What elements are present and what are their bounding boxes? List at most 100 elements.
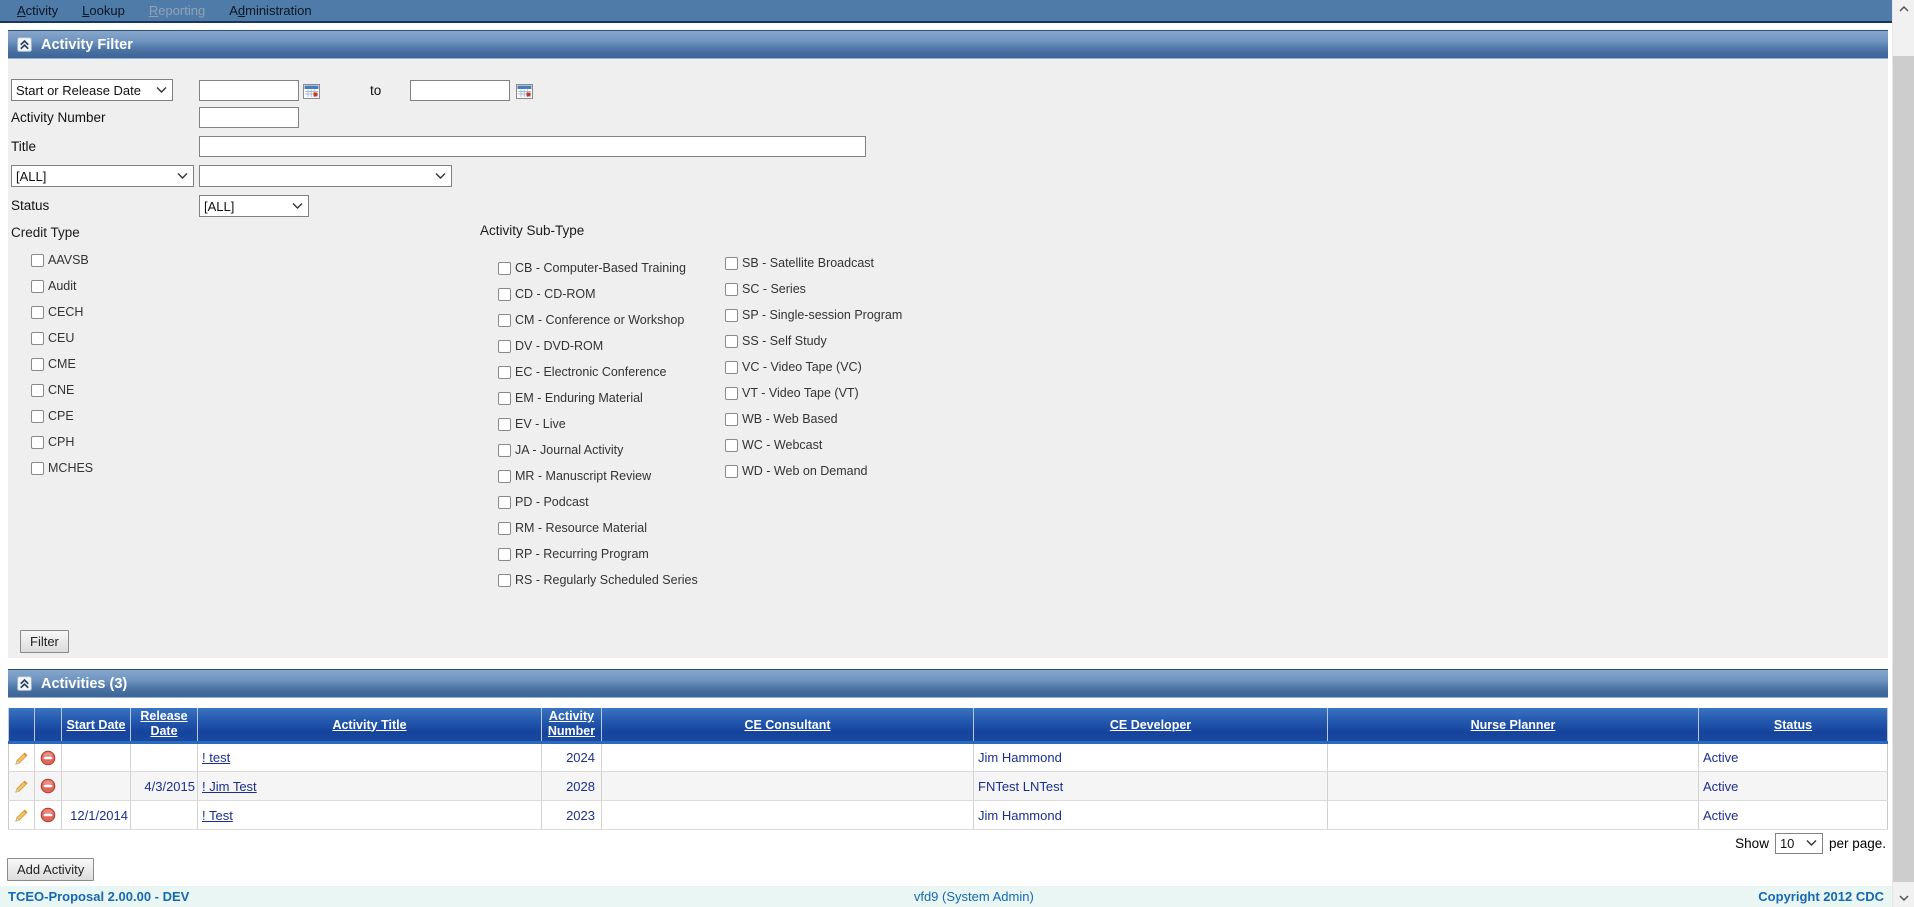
nav-item-activity[interactable]: Activity <box>17 3 58 18</box>
credit-type-option[interactable]: CNE <box>31 377 93 403</box>
credit-type-option[interactable]: CPH <box>31 429 93 455</box>
subtype-checkbox[interactable] <box>498 547 511 561</box>
activity-title-link[interactable]: ! Jim Test <box>202 779 257 794</box>
subtype-option[interactable]: RM - Resource Material <box>498 515 698 541</box>
activity-subtype-select[interactable] <box>199 165 452 187</box>
subtype-option[interactable]: JA - Journal Activity <box>498 437 698 463</box>
status-select[interactable]: [ALL] <box>199 195 309 217</box>
subtype-option[interactable]: VC - Video Tape (VC) <box>725 354 902 380</box>
subtype-checkbox[interactable] <box>725 464 738 478</box>
subtype-option[interactable]: SB - Satellite Broadcast <box>725 250 902 276</box>
subtype-checkbox[interactable] <box>498 521 511 535</box>
activity-type-select[interactable]: [ALL] <box>11 165 194 187</box>
credit-type-checkbox[interactable] <box>31 357 44 371</box>
delete-icon[interactable] <box>34 742 62 772</box>
subtype-checkbox[interactable] <box>725 412 738 426</box>
date-to-input[interactable] <box>410 80 510 101</box>
credit-type-checkbox[interactable] <box>31 409 44 423</box>
subtype-option[interactable]: MR - Manuscript Review <box>498 463 698 489</box>
edit-icon[interactable] <box>8 742 35 772</box>
subtype-option[interactable]: DV - DVD-ROM <box>498 333 698 359</box>
subtype-checkbox[interactable] <box>498 573 511 587</box>
scrollbar-down-arrow[interactable] <box>1893 889 1914 907</box>
title-input[interactable] <box>199 136 866 157</box>
subtype-option[interactable]: RS - Regularly Scheduled Series <box>498 567 698 593</box>
scrollbar-up-arrow[interactable] <box>1893 0 1914 18</box>
add-activity-button[interactable]: Add Activity <box>7 857 95 881</box>
subtype-checkbox[interactable] <box>725 308 738 322</box>
credit-type-checkbox[interactable] <box>31 461 44 475</box>
subtype-option[interactable]: RP - Recurring Program <box>498 541 698 567</box>
activity-title-link[interactable]: ! test <box>202 750 230 765</box>
credit-type-option[interactable]: CEU <box>31 325 93 351</box>
edit-icon[interactable] <box>8 771 35 801</box>
subtype-option[interactable]: EV - Live <box>498 411 698 437</box>
sort-link[interactable]: Activity Title <box>332 718 406 733</box>
subtype-checkbox[interactable] <box>498 443 511 457</box>
edit-icon[interactable] <box>8 800 35 830</box>
date-type-select[interactable]: Start or Release Date <box>11 79 173 101</box>
collapse-section-icon[interactable] <box>17 37 32 52</box>
delete-icon[interactable] <box>34 800 62 830</box>
credit-type-option[interactable]: CME <box>31 351 93 377</box>
activity-number-input[interactable] <box>199 107 299 128</box>
subtype-checkbox[interactable] <box>725 282 738 296</box>
credit-type-checkbox[interactable] <box>31 383 44 397</box>
subtype-option[interactable]: CB - Computer-Based Training <box>498 255 698 281</box>
sort-link[interactable]: CE Developer <box>1110 718 1191 733</box>
subtype-checkbox[interactable] <box>725 256 738 270</box>
subtype-checkbox[interactable] <box>498 261 511 275</box>
sort-link[interactable]: CE Consultant <box>744 718 830 733</box>
credit-type-option[interactable]: CPE <box>31 403 93 429</box>
collapse-section-icon[interactable] <box>17 676 32 691</box>
subtype-checkbox[interactable] <box>725 386 738 400</box>
subtype-checkbox[interactable] <box>498 313 511 327</box>
subtype-checkbox[interactable] <box>498 339 511 353</box>
sort-link[interactable]: Release Date <box>133 709 195 739</box>
subtype-option[interactable]: EM - Enduring Material <box>498 385 698 411</box>
credit-type-checkbox[interactable] <box>31 253 44 267</box>
subtype-option[interactable]: SP - Single-session Program <box>725 302 902 328</box>
sort-link[interactable]: Start Date <box>66 718 125 733</box>
credit-type-checkbox[interactable] <box>31 279 44 293</box>
credit-type-checkbox[interactable] <box>31 435 44 449</box>
subtype-checkbox[interactable] <box>498 391 511 405</box>
sort-link[interactable]: Status <box>1774 718 1812 733</box>
activity-title-link[interactable]: ! Test <box>202 808 233 823</box>
credit-type-checkbox[interactable] <box>31 305 44 319</box>
subtype-checkbox[interactable] <box>725 438 738 452</box>
subtype-option[interactable]: WB - Web Based <box>725 406 902 432</box>
subtype-option[interactable]: PD - Podcast <box>498 489 698 515</box>
subtype-checkbox[interactable] <box>498 287 511 301</box>
subtype-option[interactable]: EC - Electronic Conference <box>498 359 698 385</box>
subtype-checkbox[interactable] <box>725 360 738 374</box>
sort-link[interactable]: Activity Number <box>544 709 599 739</box>
subtype-option[interactable]: WD - Web on Demand <box>725 458 902 484</box>
subtype-checkbox[interactable] <box>498 417 511 431</box>
vertical-scrollbar[interactable] <box>1892 0 1914 907</box>
subtype-option[interactable]: VT - Video Tape (VT) <box>725 380 902 406</box>
subtype-checkbox[interactable] <box>498 495 511 509</box>
credit-type-checkbox[interactable] <box>31 331 44 345</box>
credit-type-option[interactable]: MCHES <box>31 455 93 481</box>
date-from-input[interactable] <box>199 80 299 101</box>
credit-type-option[interactable]: Audit <box>31 273 93 299</box>
delete-icon[interactable] <box>34 771 62 801</box>
subtype-option[interactable]: SS - Self Study <box>725 328 902 354</box>
sort-link[interactable]: Nurse Planner <box>1471 718 1556 733</box>
subtype-checkbox[interactable] <box>498 469 511 483</box>
calendar-icon-from[interactable] <box>303 83 320 99</box>
subtype-option[interactable]: CM - Conference or Workshop <box>498 307 698 333</box>
calendar-icon-to[interactable] <box>516 83 533 99</box>
credit-type-option[interactable]: CECH <box>31 299 93 325</box>
per-page-select[interactable]: 10 <box>1774 832 1823 854</box>
credit-type-option[interactable]: AAVSB <box>31 247 93 273</box>
subtype-option[interactable]: WC - Webcast <box>725 432 902 458</box>
subtype-option[interactable]: SC - Series <box>725 276 902 302</box>
scrollbar-thumb[interactable] <box>1893 56 1914 882</box>
filter-button[interactable]: Filter <box>20 630 69 653</box>
nav-item-administration[interactable]: Administration <box>229 3 311 18</box>
subtype-checkbox[interactable] <box>725 334 738 348</box>
subtype-checkbox[interactable] <box>498 365 511 379</box>
subtype-option[interactable]: CD - CD-ROM <box>498 281 698 307</box>
